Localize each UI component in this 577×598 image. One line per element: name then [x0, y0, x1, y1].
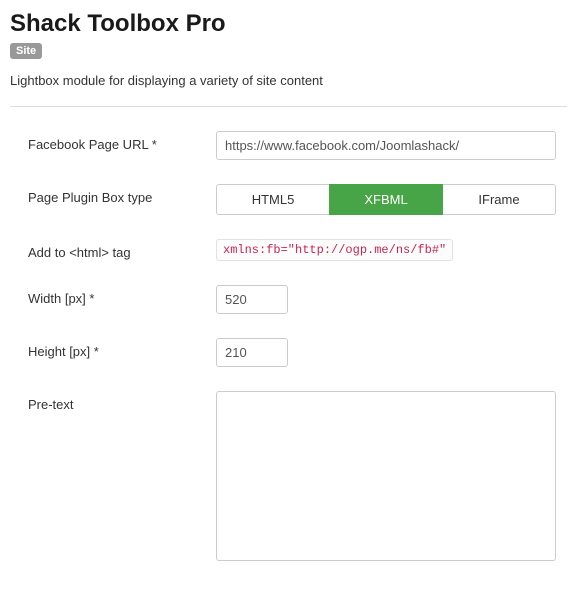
site-badge: Site	[10, 43, 42, 59]
label-height: Height [px] *	[28, 338, 216, 359]
box-type-option-xfbml[interactable]: XFBML	[329, 184, 443, 215]
row-html-tag: Add to <html> tag xmlns:fb="http://ogp.m…	[10, 239, 567, 261]
input-width[interactable]	[216, 285, 288, 314]
label-html-tag: Add to <html> tag	[28, 239, 216, 260]
label-fb-url: Facebook Page URL *	[28, 131, 216, 152]
separator	[10, 106, 567, 107]
row-pretext: Pre-text	[10, 391, 567, 564]
row-width: Width [px] *	[10, 285, 567, 314]
row-fb-url: Facebook Page URL *	[10, 131, 567, 160]
row-box-type: Page Plugin Box type HTML5 XFBML IFrame	[10, 184, 567, 215]
module-description: Lightbox module for displaying a variety…	[10, 73, 567, 88]
label-pretext: Pre-text	[28, 391, 216, 412]
label-box-type: Page Plugin Box type	[28, 184, 216, 205]
box-type-group: HTML5 XFBML IFrame	[216, 184, 556, 215]
box-type-option-iframe[interactable]: IFrame	[442, 184, 556, 215]
row-height: Height [px] *	[10, 338, 567, 367]
textarea-pretext[interactable]	[216, 391, 556, 561]
input-fb-url[interactable]	[216, 131, 556, 160]
input-height[interactable]	[216, 338, 288, 367]
label-width: Width [px] *	[28, 285, 216, 306]
html-tag-code: xmlns:fb="http://ogp.me/ns/fb#"	[216, 239, 453, 261]
page-title: Shack Toolbox Pro	[10, 10, 567, 38]
box-type-option-html5[interactable]: HTML5	[216, 184, 330, 215]
